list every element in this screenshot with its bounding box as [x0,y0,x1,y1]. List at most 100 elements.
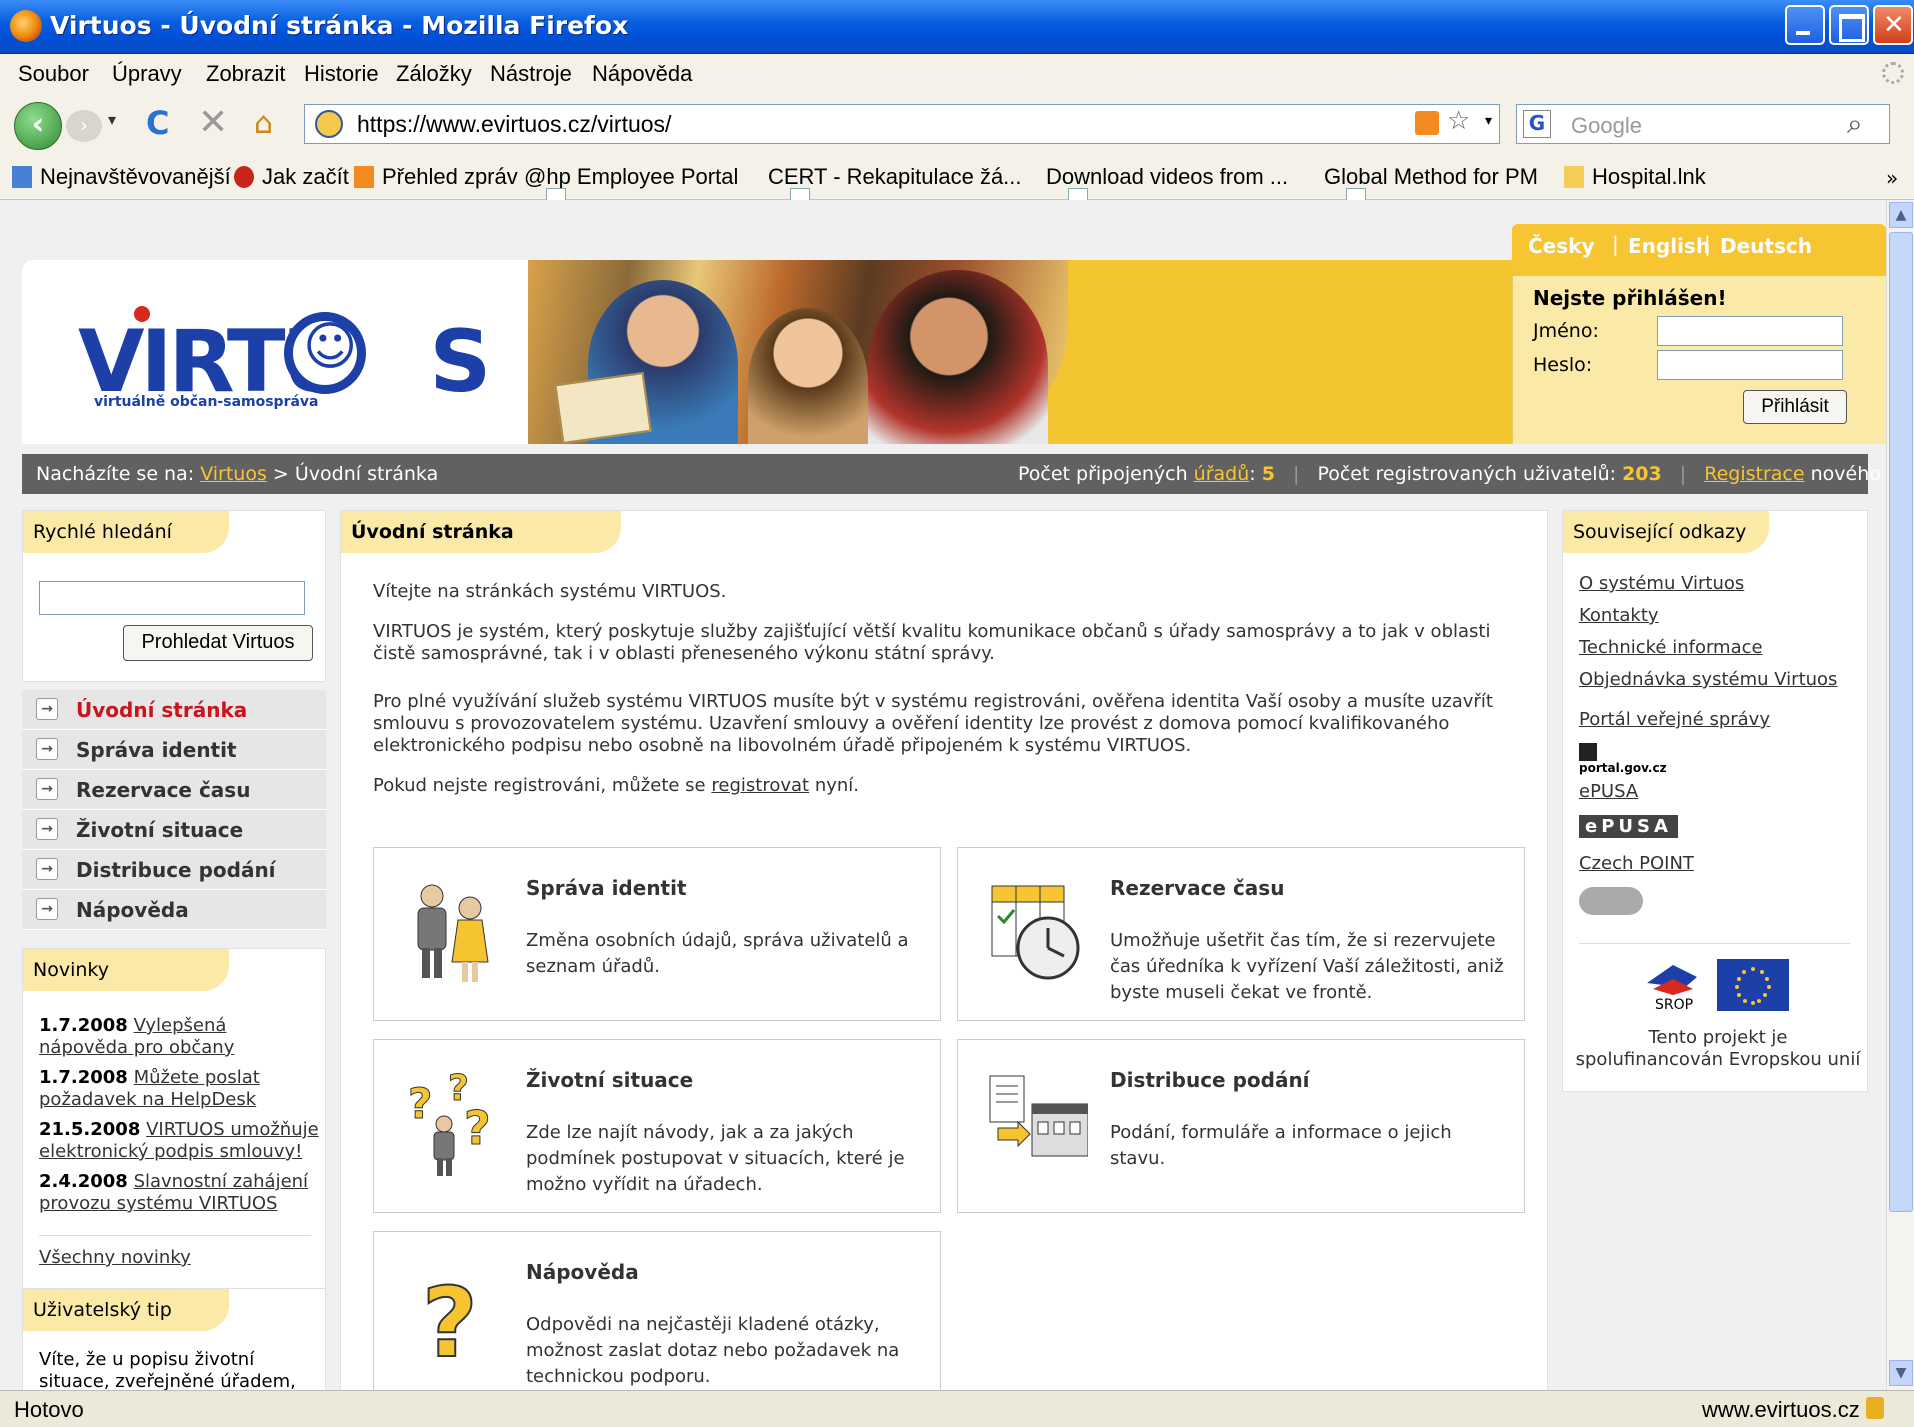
card-description: Zde lze najít návody, jak a za jakých po… [526,1122,905,1195]
portal-gov-logo[interactable]: portal.gov.cz [1579,743,1667,775]
search-bar[interactable]: G Google ⌕ [1516,104,1890,144]
reload-icon[interactable]: C [146,104,169,142]
news-item: 1.7.2008 Můžete poslat požadavek na Help… [39,1067,260,1110]
link-portal-verejne-spravy[interactable]: Portál veřejné správy [1579,709,1770,730]
main-content: Úvodní stránka Vítejte na stránkách syst… [340,510,1548,1390]
bookmark-item[interactable]: Hospital.lnk [1564,164,1706,190]
bookmark-star-icon[interactable]: ☆ [1447,106,1470,136]
rss-icon[interactable] [1415,111,1439,135]
lang-english[interactable]: English [1628,234,1710,258]
close-button[interactable] [1873,5,1913,45]
user-tip-text: Víte, že u popisu životní situace, zveře… [39,1349,296,1390]
firefox-icon [10,10,42,42]
bookmark-item[interactable]: Nejnavštěvovanější [12,164,231,190]
maximize-button[interactable] [1829,5,1869,45]
card-description: Podání, formuláře a informace o jejich s… [1110,1122,1452,1169]
menu-upravy[interactable]: Úpravy [112,61,182,87]
quick-search-button[interactable]: Prohledat Virtuos [123,625,313,661]
scroll-down-icon[interactable]: ▼ [1889,1360,1913,1386]
bookmark-item[interactable]: Download videos from ... [1046,164,1288,210]
bookmark-item[interactable]: CERT - Rekapitulace žá... [768,164,1022,210]
bookmark-item[interactable]: @hp Employee Portal [524,164,738,210]
url-bar[interactable]: https://www.evirtuos.cz/virtuos/ ☆ ▾ [304,104,1500,144]
card-sprava-identit[interactable]: Správa identit Změna osobních údajů, spr… [373,847,941,1021]
register-now-link[interactable]: registrovat [711,775,809,796]
related-links-panel: Související odkazy O systému Virtuos Kon… [1562,510,1868,1092]
scroll-up-icon[interactable]: ▲ [1889,202,1913,228]
stop-icon[interactable]: ✕ [198,102,228,143]
history-dropdown-icon[interactable]: ▾ [108,110,116,129]
link-technicke-informace[interactable]: Technické informace [1579,637,1763,658]
card-description: Změna osobních údajů, správa uživatelů a… [526,930,909,977]
epusa-logo[interactable]: ePUSA [1579,815,1678,839]
secure-lock-icon[interactable] [1866,1397,1884,1419]
breadcrumb-root-link[interactable]: Virtuos [200,463,267,485]
menu-zobrazit[interactable]: Zobrazit [206,61,285,87]
arrow-right-icon: → [36,898,58,920]
left-menu-item-rezervace-casu[interactable]: → Rezervace času [22,770,326,810]
left-menu-item-sprava-identit[interactable]: → Správa identit [22,730,326,770]
google-engine-icon[interactable]: G [1523,110,1551,138]
login-button[interactable]: Přihlásit [1743,390,1847,424]
bookmark-item[interactable]: Jak začít [234,164,349,190]
related-links-title: Související odkazy [1563,511,1769,553]
register-link[interactable]: Registrace [1704,463,1804,485]
offices-link[interactable]: úřadů [1194,463,1250,485]
home-icon[interactable]: ⌂ [254,106,273,141]
bookmark-item[interactable]: Přehled zpráv [354,164,518,190]
lang-german[interactable]: Deutsch [1720,234,1812,258]
breadcrumb-current: Úvodní stránka [294,463,439,485]
forward-button[interactable]: › [66,110,102,142]
menu-soubor[interactable]: Soubor [18,61,89,87]
menu-bar: Soubor Úpravy Zobrazit Historie Záložky … [0,54,1914,94]
bookmark-item[interactable]: Global Method for PM [1324,164,1538,210]
registration-info-text: Pro plné využívání služeb systému VIRTUO… [373,691,1493,756]
czech-point-logo[interactable] [1579,887,1643,915]
card-title: Životní situace [526,1068,694,1092]
menu-nastroje[interactable]: Nástroje [490,61,572,87]
search-placeholder[interactable]: Google [1571,113,1642,139]
users-count: 203 [1622,463,1662,485]
logo-area[interactable]: VIRTUS virtuálně občan-samospráva [22,260,542,444]
link-o-systemu[interactable]: O systému Virtuos [1579,573,1744,594]
lang-czech[interactable]: Česky [1528,234,1594,258]
search-icon[interactable]: ⌕ [1847,107,1863,141]
card-zivotni-situace[interactable]: ? ? ? Životní situace Zde lze najít návo… [373,1039,941,1213]
minimize-button[interactable] [1785,5,1825,45]
site-identity-icon[interactable] [315,110,343,138]
bookmarks-toolbar: Nejnavštěvovanější Jak začít Přehled zpr… [0,156,1914,210]
url-dropdown-icon[interactable]: ▾ [1485,113,1492,129]
back-button[interactable]: ‹ [14,102,62,150]
arrow-right-icon: → [36,778,58,800]
srop-logo: SROP [1647,965,1697,1013]
card-distribuce-podani[interactable]: Distribuce podání Podání, formuláře a in… [957,1039,1525,1213]
link-kontakty[interactable]: Kontakty [1579,605,1659,626]
scroll-thumb[interactable] [1889,232,1913,1212]
url-text[interactable]: https://www.evirtuos.cz/virtuos/ [357,111,671,138]
card-napoveda[interactable]: ? Nápověda Odpovědi na nejčastěji kladen… [373,1231,941,1390]
quick-search-input[interactable] [39,581,305,615]
left-menu-item-distribuce-podani[interactable]: → Distribuce podání [22,850,326,890]
menu-napoveda[interactable]: Nápověda [592,61,692,87]
all-news-link[interactable]: Všechny novinky [39,1247,191,1268]
arrow-right-icon: → [36,738,58,760]
header-photo [528,260,1068,444]
more-bookmarks-icon[interactable]: » [1886,166,1898,190]
name-input[interactable] [1657,316,1843,346]
bookmark-folder-icon [12,166,32,188]
link-objednavka[interactable]: Objednávka systému Virtuos [1579,669,1837,690]
question-person-icon: ? ? ? [408,1068,491,1176]
link-epusa[interactable]: ePUSA [1579,781,1638,802]
left-menu-item-napoveda[interactable]: → Nápověda [22,890,326,930]
news-item: 21.5.2008 VIRTUOS umožňuje elektronický … [39,1119,319,1162]
vertical-scrollbar[interactable]: ▲ ▼ [1886,200,1914,1390]
password-input[interactable] [1657,350,1843,380]
left-menu-item-uvodni-stranka[interactable]: → Úvodní stránka [22,690,326,730]
menu-zalozky[interactable]: Záložky [396,61,472,87]
language-bar: Česky | English | Deutsch [1512,224,1886,276]
link-czech-point[interactable]: Czech POINT [1579,853,1694,874]
card-rezervace-casu[interactable]: Rezervace času Umožňuje ušetřit čas tím,… [957,847,1525,1021]
left-menu-item-zivotni-situace[interactable]: → Životní situace [22,810,326,850]
menu-historie[interactable]: Historie [304,61,379,87]
quick-search-title: Rychlé hledání [23,511,229,553]
